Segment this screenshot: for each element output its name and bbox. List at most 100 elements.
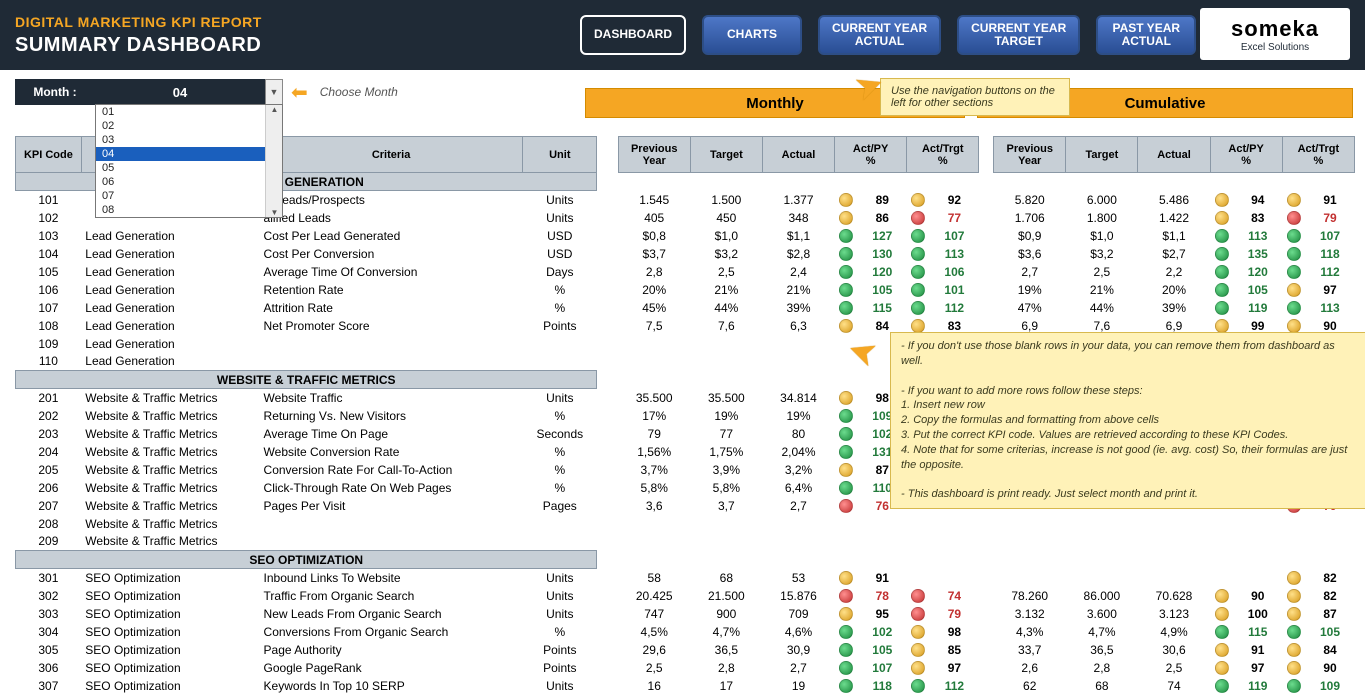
logo: someka Excel Solutions [1200,8,1350,60]
status-dot-green [839,481,853,495]
status-dot-green [839,661,853,675]
col-act-trgt: Act/Trgt % [907,137,979,173]
section-header: SEO OPTIMIZATION [16,551,597,569]
status-dot-amber [1287,283,1301,297]
status-dot-amber [1215,643,1229,657]
table-row: 105Lead GenerationAverage Time Of Conver… [16,263,1355,281]
status-dot-amber [1287,607,1301,621]
arrow-icon: ⬅ [291,80,308,105]
status-dot-amber [911,661,925,675]
status-dot-amber [839,607,853,621]
status-dot-green [839,283,853,297]
col-act-trgt-c: Act/Trgt % [1282,137,1354,173]
status-dot-green [1287,301,1301,315]
status-dot-green [1287,229,1301,243]
status-dot-green [839,679,853,693]
nav-past-year-actual[interactable]: PAST YEAR ACTUAL [1096,15,1196,55]
status-dot-green [1215,229,1229,243]
status-dot-amber [911,193,925,207]
status-dot-amber [911,625,925,639]
status-dot-green [1215,301,1229,315]
status-dot-amber [839,319,853,333]
status-dot-red [839,499,853,513]
col-actual: Actual [762,137,834,173]
status-dot-green [1287,265,1301,279]
col-actual-c: Actual [1138,137,1210,173]
status-dot-green [911,679,925,693]
table-row: 103Lead GenerationCost Per Lead Generate… [16,227,1355,245]
status-dot-green [839,229,853,243]
status-dot-amber [839,463,853,477]
status-dot-amber [1215,607,1229,621]
status-dot-amber [1215,589,1229,603]
nav-dashboard[interactable]: DASHBOARD [580,15,686,55]
status-dot-amber [1287,589,1301,603]
col-kpi-code: KPI Code [16,137,82,173]
report-title: DIGITAL MARKETING KPI REPORT [15,14,262,30]
table-row: 301SEO OptimizationInbound Links To Webs… [16,569,1355,587]
table-row: 209Website & Traffic Metrics [16,533,1355,551]
month-dropdown-list[interactable]: 01 02 03 04 05 06 07 08 [95,104,283,218]
nav-bar: DASHBOARD CHARTS CURRENT YEAR ACTUAL CUR… [580,15,1196,55]
status-dot-green [1287,679,1301,693]
status-dot-amber [839,211,853,225]
nav-current-year-actual[interactable]: CURRENT YEAR ACTUAL [818,15,941,55]
status-dot-amber [1287,319,1301,333]
col-prev-year: Previous Year [618,137,690,173]
col-target: Target [690,137,762,173]
status-dot-amber [1215,193,1229,207]
month-option[interactable]: 02 [96,119,282,133]
table-row: 306SEO OptimizationGoogle PageRankPoints… [16,659,1355,677]
status-dot-green [1287,247,1301,261]
status-dot-amber [1215,319,1229,333]
month-option[interactable]: 01 [96,105,282,119]
month-dropdown-toggle[interactable]: ▼ [265,79,283,105]
status-dot-green [839,265,853,279]
status-dot-green [839,625,853,639]
app-header: DIGITAL MARKETING KPI REPORT SUMMARY DAS… [0,0,1365,70]
status-dot-green [911,283,925,297]
status-dot-amber [1287,661,1301,675]
month-option[interactable]: 08 [96,203,282,217]
status-dot-red [911,607,925,621]
status-dot-green [839,409,853,423]
tip-rows: - If you don't use those blank rows in y… [890,332,1365,509]
month-option[interactable]: 07 [96,189,282,203]
status-dot-green [839,427,853,441]
table-row: 307SEO OptimizationKeywords In Top 10 SE… [16,677,1355,695]
status-dot-red [911,211,925,225]
table-row: 208Website & Traffic Metrics [16,515,1355,533]
status-dot-green [839,643,853,657]
month-option-selected[interactable]: 04 [96,147,282,161]
table-row: 304SEO OptimizationConversions From Orga… [16,623,1355,641]
dropdown-scrollbar[interactable] [265,105,282,217]
status-dot-amber [1287,193,1301,207]
month-hint: Choose Month [320,85,398,99]
col-act-py: Act/PY % [835,137,907,173]
logo-text: someka [1231,16,1319,42]
month-label: Month : [15,79,95,105]
col-criteria: Criteria [260,137,523,173]
status-dot-amber [1215,661,1229,675]
table-row: 104Lead GenerationCost Per ConversionUSD… [16,245,1355,263]
nav-current-year-target[interactable]: CURRENT YEAR TARGET [957,15,1080,55]
status-dot-amber [839,391,853,405]
status-dot-green [911,229,925,243]
nav-charts[interactable]: CHARTS [702,15,802,55]
status-dot-green [911,301,925,315]
status-dot-green [1215,625,1229,639]
status-dot-amber [911,319,925,333]
month-value[interactable]: 04 [95,79,265,105]
table-row: 303SEO OptimizationNew Leads From Organi… [16,605,1355,623]
status-dot-green [839,445,853,459]
status-dot-green [911,247,925,261]
month-option[interactable]: 06 [96,175,282,189]
month-option[interactable]: 05 [96,161,282,175]
table-row: 305SEO OptimizationPage AuthorityPoints2… [16,641,1355,659]
status-dot-amber [839,571,853,585]
col-prev-year-c: Previous Year [994,137,1066,173]
status-dot-red [1287,211,1301,225]
status-dot-amber [839,193,853,207]
month-option[interactable]: 03 [96,133,282,147]
col-unit: Unit [523,137,597,173]
